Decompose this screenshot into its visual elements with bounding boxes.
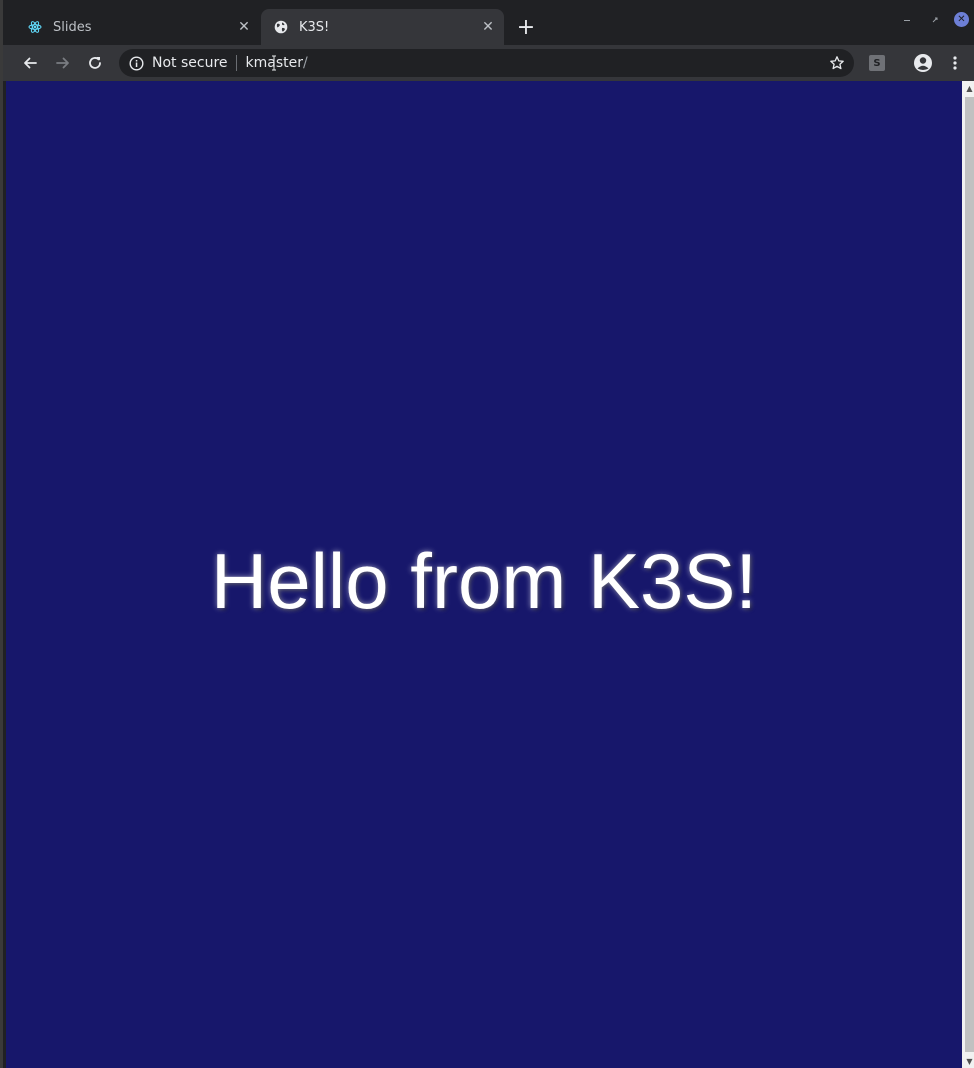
triangle-up-icon: ▲ (966, 83, 973, 93)
profile-button[interactable] (913, 53, 933, 73)
vertical-scrollbar[interactable]: ▲ ▼ (962, 81, 974, 1068)
menu-button[interactable] (947, 53, 963, 73)
reload-button[interactable] (82, 50, 108, 76)
text-cursor-icon (271, 55, 276, 71)
tab-k3s[interactable]: K3S! ✕ (261, 9, 504, 45)
star-icon[interactable] (828, 54, 846, 72)
close-icon[interactable]: ✕ (236, 19, 252, 35)
restore-icon (932, 17, 938, 23)
tab-title: Slides (53, 19, 92, 35)
more-vert-icon (953, 56, 957, 70)
account-icon (914, 54, 932, 72)
tab-slides[interactable]: Slides ✕ (15, 9, 260, 45)
plus-icon: + (516, 14, 536, 40)
maximize-button[interactable] (927, 12, 943, 28)
extension-label: S (873, 57, 881, 69)
tab-title: K3S! (299, 19, 330, 35)
arrow-left-icon (24, 57, 37, 69)
page-viewport: Hello from K3S! (6, 81, 962, 1068)
address-bar[interactable]: Not secure kmaster/ (119, 49, 854, 77)
browser-window: Slides ✕ K3S! ✕ + ✕ Not secure kmaster/ … (0, 0, 974, 1068)
react-atom-icon (27, 19, 43, 35)
divider (235, 55, 237, 71)
scroll-down-button[interactable]: ▼ (962, 1054, 974, 1068)
close-icon[interactable]: ✕ (480, 19, 496, 35)
new-tab-button[interactable]: + (513, 14, 539, 40)
minimize-icon (904, 20, 910, 21)
url-path: / (303, 55, 308, 71)
scroll-thumb[interactable] (965, 97, 974, 1052)
close-window-button[interactable]: ✕ (954, 12, 969, 27)
back-button[interactable] (17, 50, 43, 76)
arrow-right-icon (56, 57, 69, 69)
reload-icon (89, 57, 101, 69)
extension-button[interactable]: S (869, 55, 885, 71)
close-icon: ✕ (957, 14, 966, 25)
info-icon[interactable] (128, 55, 144, 71)
security-label: Not secure (152, 55, 228, 71)
page-heading: Hello from K3S! (210, 537, 758, 625)
url-text[interactable]: kmaster/ (246, 55, 308, 71)
tab-strip: Slides ✕ K3S! ✕ + ✕ (3, 0, 974, 45)
triangle-down-icon: ▼ (966, 1056, 973, 1066)
globe-icon (273, 19, 289, 35)
scroll-up-button[interactable]: ▲ (962, 81, 974, 95)
minimize-button[interactable] (899, 12, 915, 28)
forward-button[interactable] (50, 50, 76, 76)
toolbar: Not secure kmaster/ S (3, 45, 974, 81)
